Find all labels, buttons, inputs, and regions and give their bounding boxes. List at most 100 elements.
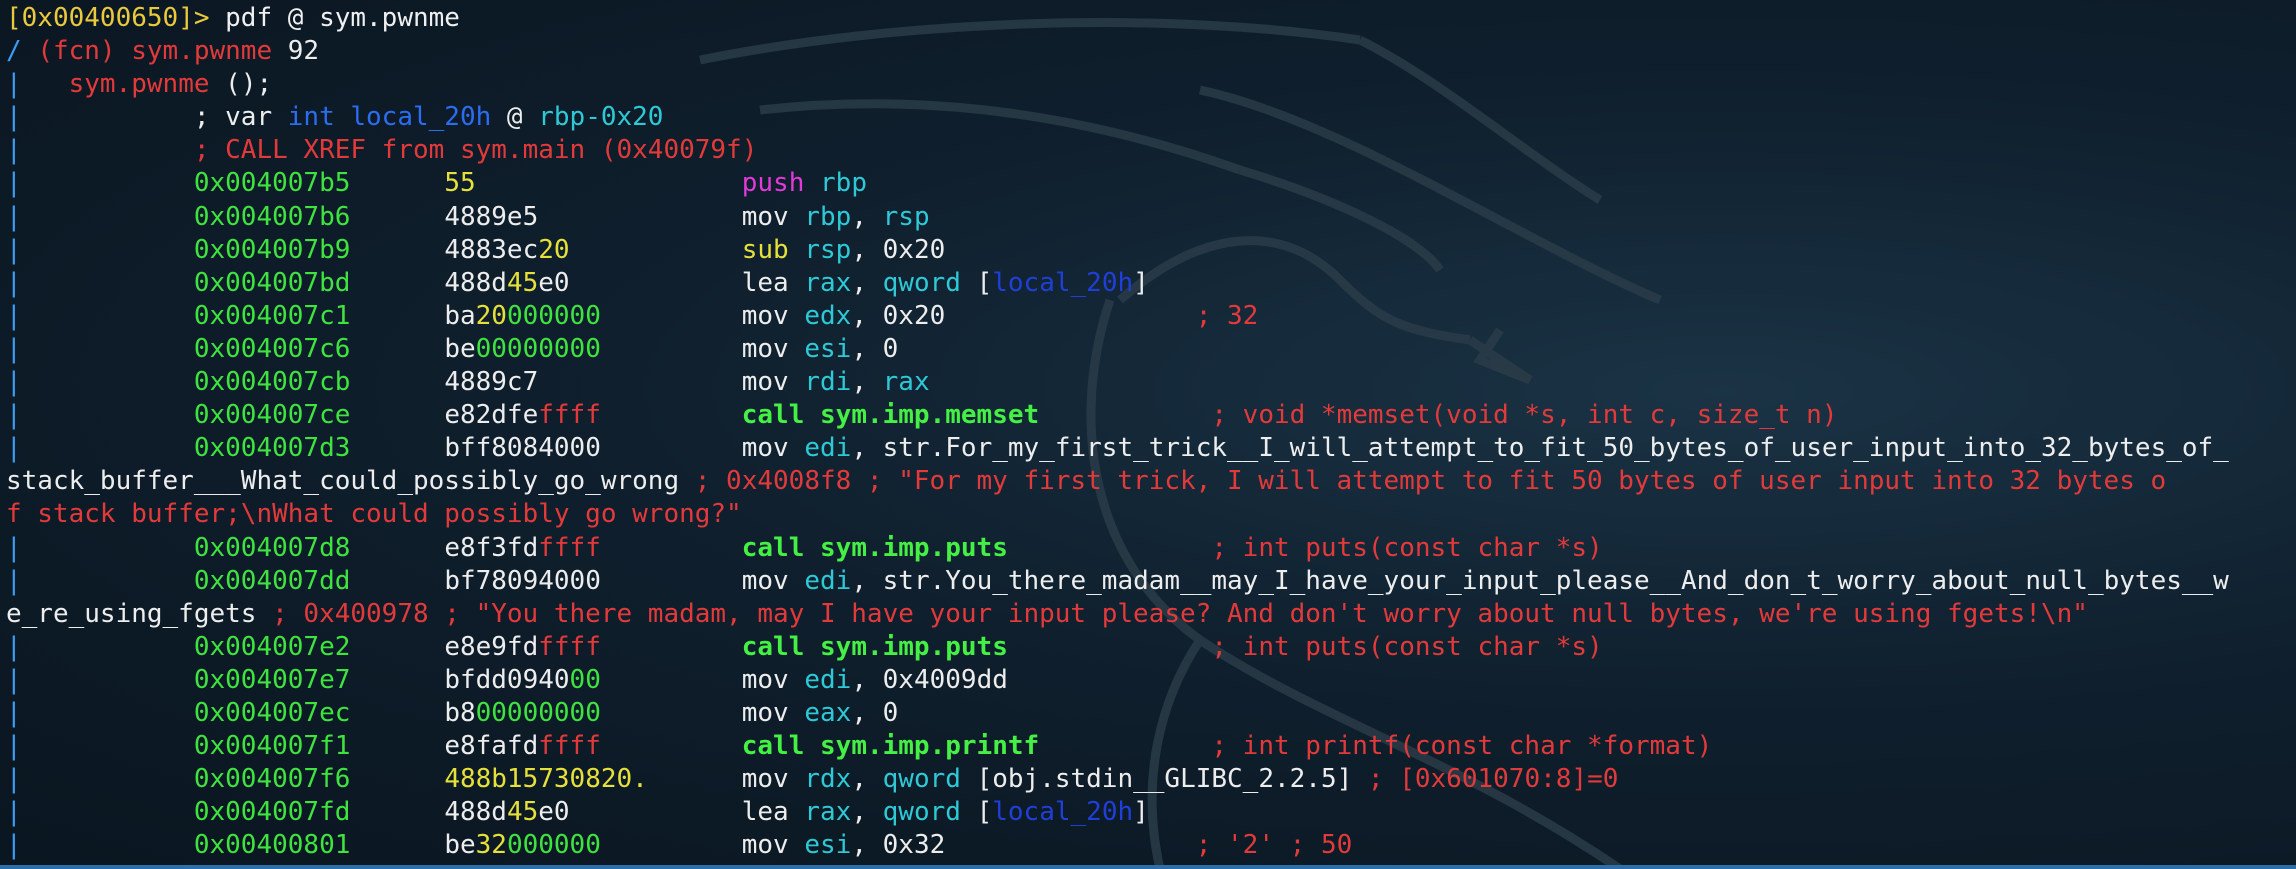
code-token: | — [6, 731, 194, 762]
code-token: , 0x4009dd — [851, 664, 1008, 695]
code-token: e82dfe — [444, 400, 539, 431]
code-token: 00 — [569, 664, 601, 695]
code-token: be — [444, 333, 476, 364]
code-token: , — [851, 797, 883, 828]
code-token: 55 — [444, 168, 476, 199]
disassembly-line: | 0x004007b9 4883ec20 sub rsp, 0x20 — [6, 234, 2229, 267]
code-token: rdx — [804, 764, 852, 795]
code-token: sym.pwnme — [68, 69, 210, 100]
code-token: 0x004007e2 — [193, 631, 351, 662]
code-token: | — [6, 764, 194, 795]
code-token: rax — [804, 797, 852, 828]
code-token: 0x004007d3 — [193, 433, 351, 464]
code-token: 4889e5 — [444, 201, 539, 232]
code-token: 0x00400801 — [193, 830, 351, 861]
code-token: e_re_using_fgets — [6, 598, 257, 629]
code-token: [0x00400650]> — [6, 3, 210, 33]
disassembly-line: | 0x004007f1 e8fafdffff call sym.imp.pri… — [6, 730, 2229, 763]
code-token: | — [6, 69, 69, 100]
code-token: lea — [741, 797, 805, 828]
code-token: | — [6, 697, 194, 728]
code-token: | — [6, 267, 194, 298]
code-token: 0x004007ec — [193, 697, 351, 728]
code-token: rdi — [804, 367, 852, 398]
code-token: 4883ec — [444, 234, 539, 265]
code-token: 92 — [272, 36, 320, 67]
code-token: , — [851, 267, 883, 298]
code-token: e8e9fd — [444, 631, 539, 662]
code-token: 0x004007ce — [193, 400, 351, 431]
code-token: 0x004007f1 — [193, 731, 351, 762]
code-token: local_20h — [992, 267, 1134, 298]
code-token: , — [851, 764, 883, 795]
code-token: mov — [741, 565, 805, 596]
disassembly-line: stack_buffer___What_could_possibly_go_wr… — [6, 465, 2229, 498]
terminal-window[interactable]: [0x00400650]> pdf @ sym.pwnme / (fcn) sym… — [0, 0, 2296, 869]
disassembly-line: e_re_using_fgets ; 0x400978 ; "You there… — [6, 598, 2229, 631]
code-token: mov — [741, 697, 805, 728]
disassembly-line: | 0x004007d3 bff8084000 mov edi, str.For… — [6, 432, 2229, 465]
code-token: qword — [882, 764, 961, 795]
code-token: call sym.imp.printf — [741, 731, 1040, 762]
code-token: , 0x20 — [851, 300, 946, 331]
prompt-line: [0x00400650]> pdf @ sym.pwnme — [6, 2, 2229, 35]
code-token: rbp — [804, 201, 852, 232]
code-token: (fcn) sym.pwnme — [37, 36, 273, 67]
disassembly-line: | sym.pwnme (); — [6, 68, 2229, 101]
code-token: rbp — [804, 168, 867, 199]
code-token: qword — [882, 797, 961, 828]
code-token: 20 — [538, 234, 570, 265]
code-token: 0x004007d8 — [193, 532, 351, 563]
disassembly-line: | 0x004007dd bf78094000 mov edi, str.You… — [6, 565, 2229, 598]
code-token: e0 — [538, 267, 570, 298]
code-token: rax — [804, 267, 852, 298]
code-token: esi — [804, 830, 852, 861]
code-token: mov — [741, 333, 805, 364]
code-token: mov — [741, 664, 805, 695]
code-token: [obj.stdin__GLIBC_2.2.5] — [960, 764, 1353, 795]
code-token: 0x004007fd — [193, 797, 351, 828]
code-token: ffff — [538, 731, 601, 762]
code-token: be — [444, 830, 476, 861]
disassembly-line: | 0x004007fd 488d45e0 lea rax, qword [lo… — [6, 796, 2229, 829]
code-token: | — [6, 664, 194, 695]
code-token: , — [851, 201, 883, 232]
code-token: mov — [741, 433, 805, 464]
code-token: | — [6, 333, 194, 364]
code-token: rax — [882, 367, 930, 398]
code-token: ba — [444, 300, 476, 331]
code-token: ; int printf(const char *format) — [1211, 731, 1713, 762]
code-token: 00000000 — [475, 333, 601, 364]
code-token: bff8084000 — [444, 433, 601, 464]
code-token: ] — [1133, 267, 1149, 298]
disassembly-line: | 0x004007cb 4889c7 mov rdi, rax — [6, 366, 2229, 399]
code-token: local_20h — [992, 797, 1134, 828]
code-token: 20 — [475, 300, 507, 331]
disassembly-line: | 0x004007c6 be00000000 mov esi, 0 — [6, 333, 2229, 366]
code-token: call sym.imp.puts — [741, 631, 1008, 662]
code-token: 0x004007f6 — [193, 764, 351, 795]
code-token: ffff — [538, 532, 601, 563]
code-token: | — [6, 135, 194, 166]
code-token: | — [6, 201, 194, 232]
code-token: ; int puts(const char *s) — [1211, 532, 1603, 563]
code-token: | — [6, 797, 194, 828]
disassembly-line: | 0x004007f6 488b15730820. mov rdx, qwor… — [6, 763, 2229, 796]
